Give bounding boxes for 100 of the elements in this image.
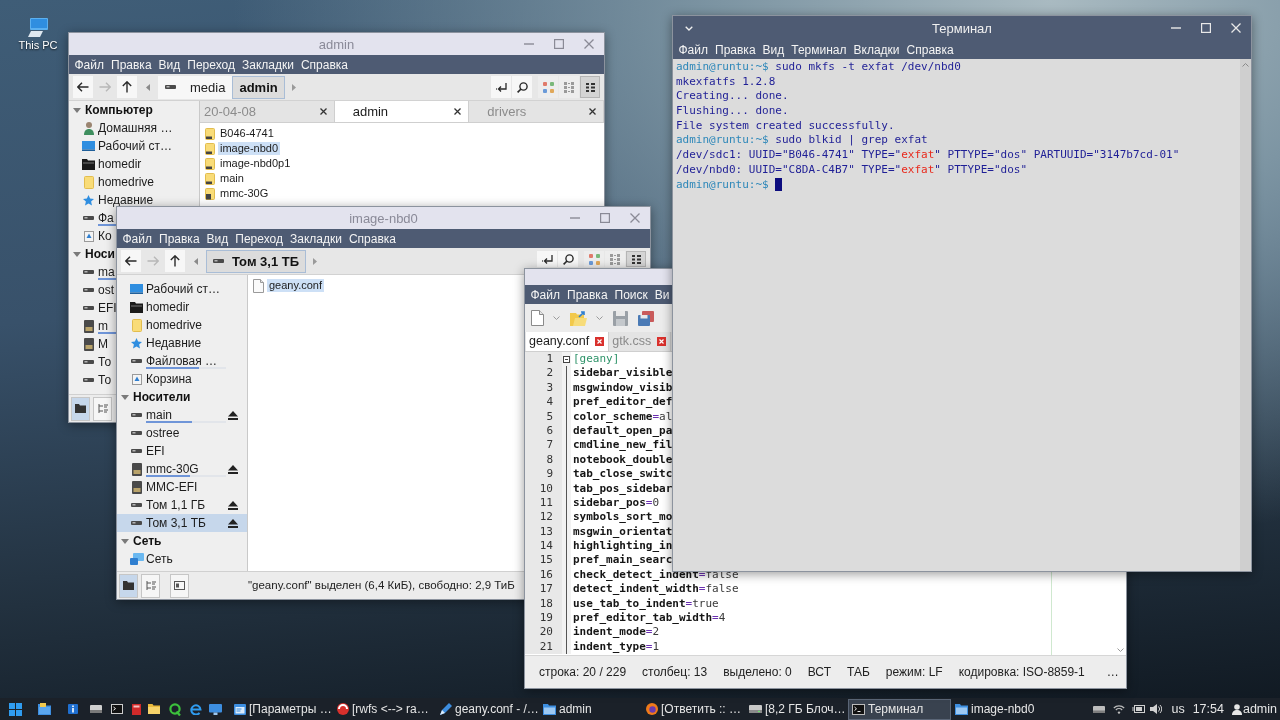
- book-icon[interactable]: [131, 703, 141, 715]
- scrollbar[interactable]: [1240, 59, 1251, 571]
- menu-item[interactable]: Поиск: [611, 288, 652, 301]
- file-name[interactable]: image-nbd0: [218, 142, 281, 155]
- sidebar-item[interactable]: Том 1,1 ГБ: [117, 496, 247, 514]
- chevron-down-icon[interactable]: [685, 25, 693, 31]
- sidebar-item[interactable]: m: [69, 317, 109, 335]
- user-name[interactable]: admin: [1242, 702, 1277, 716]
- compact-view-icon[interactable]: [609, 253, 621, 265]
- menu-item[interactable]: Вид: [759, 43, 788, 56]
- sidebar-item[interactable]: MMC-EFI: [117, 478, 247, 496]
- sidebar-item[interactable]: EFI: [69, 299, 118, 317]
- eject-icon[interactable]: [228, 500, 238, 510]
- menu-item[interactable]: Ви: [651, 288, 674, 301]
- monitor-icon[interactable]: [208, 703, 222, 715]
- go-to-button[interactable]: [537, 251, 557, 267]
- maximize-icon[interactable]: [600, 213, 610, 223]
- battery-icon[interactable]: [1132, 705, 1146, 713]
- scroll-left-icon[interactable]: [146, 83, 150, 91]
- close-icon[interactable]: [319, 108, 327, 115]
- sidebar-item[interactable]: ost: [69, 281, 115, 299]
- path-button[interactable]: [158, 75, 183, 99]
- taskbar-button[interactable]: image-nbd0: [951, 698, 1054, 720]
- taskbar-button[interactable]: [Ответить :: …: [642, 698, 745, 720]
- menu-item[interactable]: Справка: [297, 58, 352, 71]
- menu-item[interactable]: Файл: [119, 232, 156, 245]
- sidebar-item[interactable]: Домашняя …: [69, 119, 174, 137]
- info-icon[interactable]: [67, 704, 78, 714]
- keyboard-layout[interactable]: us: [1171, 702, 1185, 716]
- maximize-icon[interactable]: [554, 39, 564, 49]
- drive-icon[interactable]: [1093, 705, 1106, 713]
- scroll-down-icon[interactable]: [1117, 648, 1124, 652]
- fold-toggle-icon[interactable]: [563, 355, 570, 363]
- sidebar-item[interactable]: Недавние: [69, 191, 155, 209]
- menu-item[interactable]: Терминал: [787, 43, 851, 56]
- folder-icon[interactable]: [148, 704, 160, 714]
- taskbar-button[interactable]: [8,2 ГБ Блоч…: [745, 698, 848, 720]
- menu-item[interactable]: Вкладки: [850, 43, 904, 56]
- file-name[interactable]: geany.conf: [267, 279, 324, 292]
- sidebar-item[interactable]: Ко: [69, 227, 113, 245]
- file-name[interactable]: B046-4741: [218, 127, 276, 140]
- menu-item[interactable]: Переход: [183, 58, 239, 71]
- path-button[interactable]: media: [183, 75, 233, 99]
- expand-arrow-icon[interactable]: [121, 394, 129, 400]
- wifi-icon[interactable]: [1113, 704, 1126, 714]
- desktop-icon-label[interactable]: This PC: [18, 40, 58, 51]
- sidebar-item[interactable]: main: [117, 406, 247, 424]
- taskbar-button[interactable]: geany.conf - /…: [436, 698, 539, 720]
- eject-icon[interactable]: [228, 464, 238, 474]
- search-button[interactable]: [512, 76, 532, 98]
- speaker-icon[interactable]: [1150, 704, 1163, 714]
- file-name[interactable]: mmc-30G: [218, 187, 271, 200]
- list-view-icon[interactable]: [631, 254, 641, 264]
- sidebar-item[interactable]: То: [69, 353, 113, 371]
- computer-icon[interactable]: [28, 18, 48, 37]
- menu-item[interactable]: Закладки: [238, 58, 298, 71]
- document-icon[interactable]: [531, 310, 544, 326]
- sidebar-item[interactable]: M: [69, 335, 109, 353]
- grid-view-icon[interactable]: [588, 253, 600, 265]
- sidebar-item[interactable]: Файловая …: [117, 352, 247, 370]
- sidebar-item[interactable]: homedrive: [117, 316, 247, 334]
- path-button[interactable]: Том 3,1 ТБ: [206, 249, 307, 273]
- taskbar-button[interactable]: Терминал: [848, 698, 951, 720]
- folder-icon[interactable]: [37, 703, 51, 715]
- path-button[interactable]: admin: [232, 75, 285, 99]
- menu-item[interactable]: Правка: [107, 58, 156, 71]
- sidebar-item[interactable]: То: [69, 371, 113, 389]
- list-view-icon[interactable]: [585, 82, 595, 92]
- person-icon[interactable]: [1231, 703, 1242, 715]
- sidebar-item[interactable]: EFI: [117, 442, 247, 460]
- clock[interactable]: 17:54: [1192, 702, 1224, 716]
- up-button[interactable]: [165, 250, 185, 272]
- search-button[interactable]: [558, 251, 578, 267]
- sidebar-item[interactable]: Рабочий ст…: [117, 280, 247, 298]
- eject-icon[interactable]: [228, 518, 238, 528]
- back-button[interactable]: [121, 250, 141, 272]
- sidebar-item[interactable]: Сеть: [117, 550, 247, 568]
- menu-item[interactable]: Вид: [155, 58, 184, 71]
- terminal-icon[interactable]: [111, 704, 123, 714]
- file-name[interactable]: image-nbd0p1: [218, 157, 293, 170]
- panel-button[interactable]: [170, 573, 189, 598]
- back-button[interactable]: [73, 76, 93, 98]
- menu-item[interactable]: Файл: [527, 288, 564, 301]
- menu-item[interactable]: Правка: [711, 43, 760, 56]
- menu-item[interactable]: Файл: [675, 43, 712, 56]
- menu-item[interactable]: Переход: [231, 232, 287, 245]
- menu-item[interactable]: Справка: [903, 43, 958, 56]
- taskbar-button[interactable]: [rwfs <--> ra…: [333, 698, 436, 720]
- sidebar-item[interactable]: Недавние: [117, 334, 247, 352]
- menu-item[interactable]: Правка: [563, 288, 612, 301]
- up-button[interactable]: [117, 76, 137, 98]
- sidebar-item[interactable]: Фа: [69, 209, 115, 227]
- taskbar-button[interactable]: [Параметры …: [230, 698, 333, 720]
- eject-icon[interactable]: [228, 410, 238, 420]
- expand-arrow-icon[interactable]: [73, 107, 81, 113]
- panel-button[interactable]: [71, 396, 90, 421]
- scroll-left-icon[interactable]: [194, 257, 198, 265]
- sidebar-item[interactable]: ostree: [117, 424, 247, 442]
- sidebar-item[interactable]: mmc-30G: [117, 460, 247, 478]
- folder-tab[interactable]: admin: [334, 101, 470, 122]
